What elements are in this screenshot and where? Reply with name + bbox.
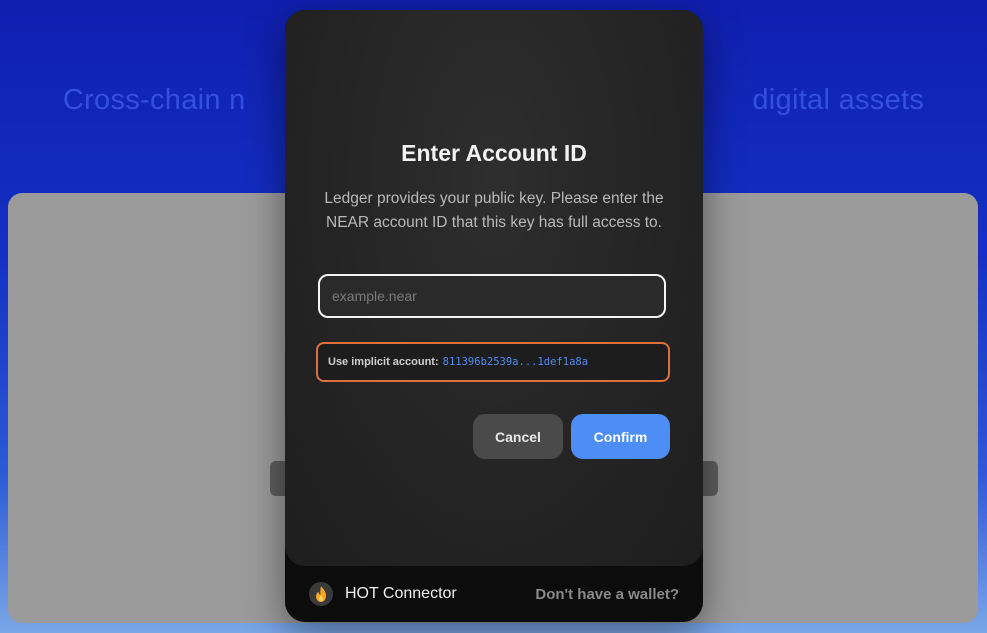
no-wallet-link[interactable]: Don't have a wallet? [535,586,679,603]
hot-flame-icon [309,582,333,606]
modal-title: Enter Account ID [401,140,587,166]
account-id-modal: Enter Account ID Ledger provides your pu… [285,10,703,622]
modal-body: Enter Account ID Ledger provides your pu… [285,10,703,566]
hero-title-right: digital assets [752,84,925,116]
use-implicit-account-button[interactable]: Use implicit account: 811396b2539a...1de… [316,342,670,382]
cancel-button[interactable]: Cancel [473,414,563,459]
modal-description: Ledger provides your public key. Please … [324,190,664,231]
account-id-input[interactable] [318,274,666,318]
hot-connector-label: HOT Connector [345,585,457,602]
modal-footer: HOT Connector Don't have a wallet? [285,566,703,622]
confirm-button[interactable]: Confirm [571,414,670,459]
hot-connector-brand: HOT Connector [309,582,457,606]
implicit-account-label: Use implicit account: [328,356,439,368]
implicit-account-value: 811396b2539a...1def1a8a [442,356,589,368]
hero-title-left: Cross-chain n [62,84,246,116]
